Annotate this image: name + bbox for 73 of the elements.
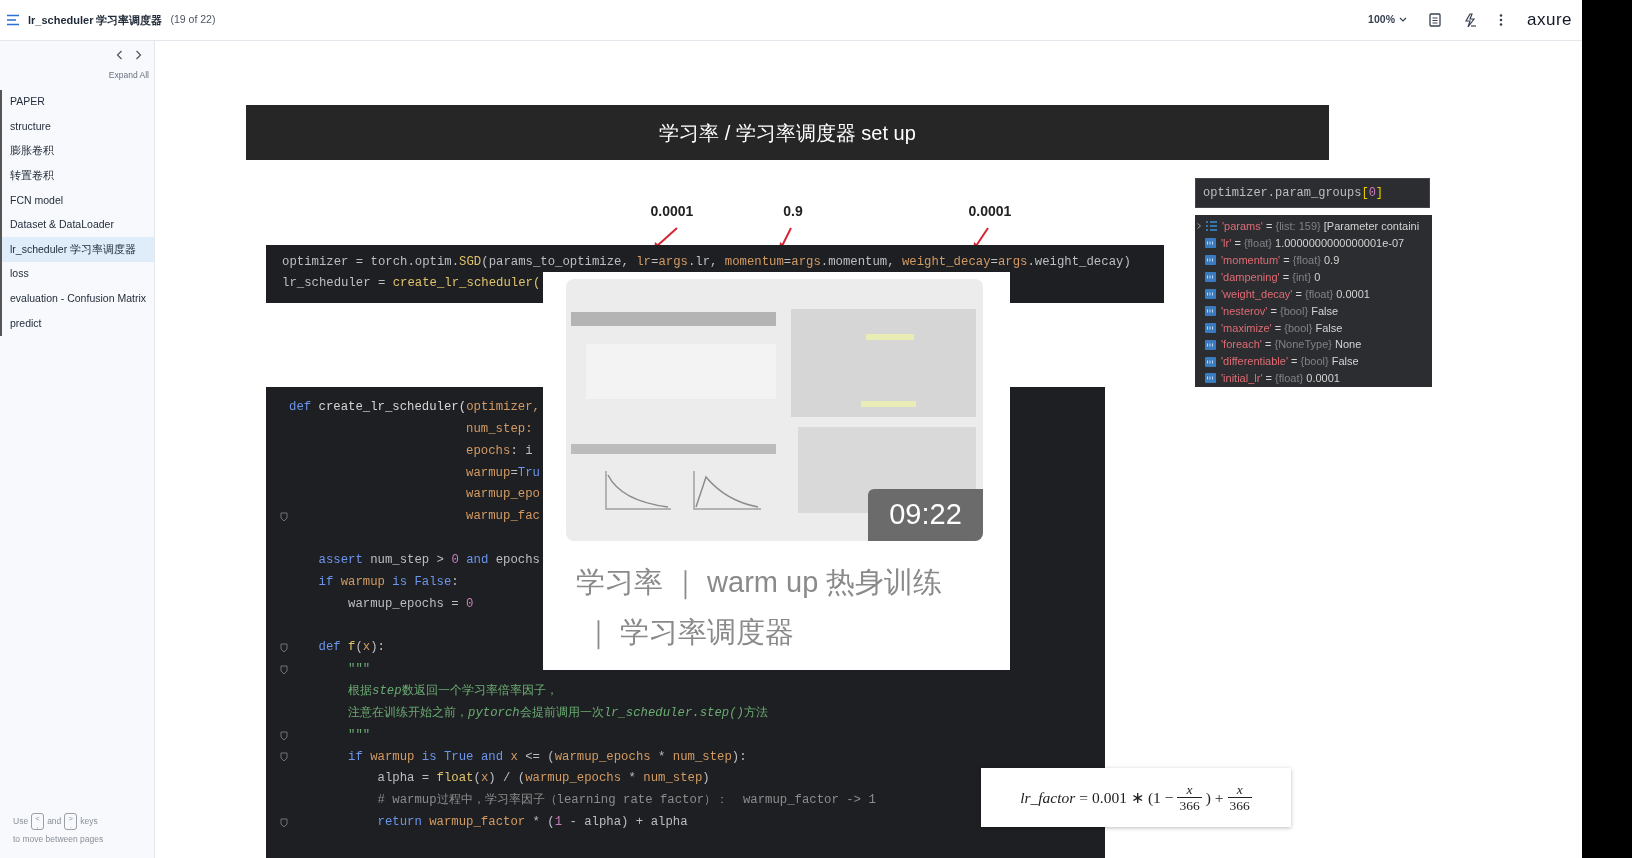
code-line: optimizer = torch.optim.SGD(params_to_optimize, lr=args.lr, momentum=args.momentum, weight_decay=args.weight_decay) bbox=[282, 254, 1131, 271]
video-card[interactable]: 09:22 学习率 ｜ warm up 热身训练 ｜ 学习率调度器 bbox=[543, 272, 1010, 670]
code-line: return warmup_factor * (1 - alpha) + alpha bbox=[376, 814, 688, 832]
code-line: if warmup is True and x <= (warmup_epochs * num_step): bbox=[347, 748, 747, 766]
watch-expression[interactable]: optimizer.param_groups[0] bbox=[1195, 178, 1430, 208]
field-icon bbox=[1205, 339, 1216, 350]
hint-text: and bbox=[47, 815, 62, 829]
code-line: def create_lr_scheduler(optimizer, bbox=[289, 399, 540, 416]
chevron-left-icon[interactable] bbox=[116, 50, 123, 60]
list-icon bbox=[1205, 221, 1217, 232]
variable-text: 'dampening' = {int} 0 bbox=[1221, 269, 1321, 285]
hint-text: keys bbox=[80, 815, 98, 829]
page-title: lr_scheduler 学习率调度器 bbox=[28, 12, 163, 28]
chevron-right-icon[interactable] bbox=[135, 50, 142, 60]
field-icon bbox=[1205, 255, 1216, 266]
variable-text: 'foreach' = {NoneType} None bbox=[1221, 337, 1362, 353]
field-icon bbox=[1205, 238, 1216, 249]
video-caption: 学习率 ｜ warm up 热身训练 bbox=[576, 565, 943, 602]
code-line: warmup_fac bbox=[465, 508, 540, 526]
variable-text: 'momentum' = {float} 0.9 bbox=[1221, 252, 1340, 268]
code-line: warmup_epo bbox=[465, 486, 540, 504]
variable-text: 'initial_lr' = {float} 0.0001 bbox=[1221, 371, 1340, 387]
code-line: warmup_epochs = 0 bbox=[347, 595, 474, 613]
code-line: """ bbox=[347, 726, 371, 744]
code-line: 注意在训练开始之前，pytorch会提前调用一次 lr_scheduler.step()方法 bbox=[347, 704, 768, 722]
code-line: alpha = float(x) / (warmup_epochs * num_step) bbox=[376, 770, 710, 788]
code-line: lr_scheduler = create_lr_scheduler( bbox=[282, 275, 541, 292]
fold-icon[interactable] bbox=[280, 665, 288, 676]
variable-text: 'maximize' = {bool} False bbox=[1221, 320, 1343, 336]
fold-icon[interactable] bbox=[280, 730, 288, 741]
expand-all-link[interactable]: Expand All bbox=[108, 69, 149, 82]
fold-icon[interactable] bbox=[280, 817, 288, 828]
menu-icon[interactable] bbox=[6, 14, 20, 26]
title-banner: 学习率 / 学习率调度器 set up bbox=[246, 105, 1329, 160]
variable-text: 'nesterov' = {bool} False bbox=[1221, 303, 1339, 319]
variable-text: 'weight_decay' = {float} 0.0001 bbox=[1221, 286, 1370, 302]
fold-icon[interactable] bbox=[280, 512, 288, 523]
variable-text: 'differentiable' = {bool} False bbox=[1221, 354, 1359, 370]
field-icon bbox=[1205, 272, 1216, 283]
field-icon bbox=[1205, 373, 1216, 384]
code-line: # warmup过程中，学习率因子（learning rate factor）： warmup_factor -> 1 bbox=[376, 792, 876, 810]
code-line: """ bbox=[347, 661, 371, 679]
annotation-label: 0.0001 bbox=[968, 202, 1012, 221]
variable-text: 'lr' = {float} 1.0000000000000001e-07 bbox=[1221, 236, 1405, 252]
code-line: def f(x): bbox=[317, 639, 385, 657]
hint-text: to move between pages bbox=[13, 833, 105, 846]
field-icon bbox=[1205, 305, 1216, 316]
field-icon bbox=[1205, 289, 1216, 299]
code-line: warmup=Tru bbox=[465, 464, 540, 482]
code-line: epochs: i bbox=[465, 442, 533, 460]
annotation-label: 0.0001 bbox=[650, 202, 694, 221]
lightning-icon[interactable] bbox=[1462, 12, 1477, 28]
hint-text: Use bbox=[13, 815, 29, 829]
duration-badge: 09:22 bbox=[868, 489, 983, 541]
video-caption: ｜ 学习率调度器 bbox=[584, 615, 795, 652]
code-line: if warmup is False: bbox=[317, 573, 459, 591]
code-line: assert num_step > 0 and epochs bbox=[317, 551, 540, 569]
variable-text: 'params' = {list: 159} [Parameter containi bbox=[1222, 219, 1420, 235]
fold-icon[interactable] bbox=[280, 643, 288, 654]
code-line: 根据step数返回一个学习率倍率因子， bbox=[347, 682, 558, 700]
field-icon bbox=[1205, 356, 1216, 367]
more-icon[interactable] bbox=[1498, 13, 1503, 27]
field-icon bbox=[1205, 322, 1216, 333]
logo: axure bbox=[1526, 9, 1572, 32]
zoom-dropdown[interactable]: 100% bbox=[1368, 12, 1407, 28]
code-line: num_step: bbox=[465, 420, 533, 438]
notes-icon[interactable] bbox=[1428, 13, 1441, 27]
page-count: (19 of 22) bbox=[170, 12, 216, 28]
chevron-right-icon[interactable] bbox=[1197, 223, 1201, 230]
annotation-label: 0.9 bbox=[783, 202, 803, 221]
page-item[interactable]: lr_scheduler 学习率调度器 bbox=[0, 237, 154, 262]
fold-icon[interactable] bbox=[280, 752, 288, 763]
chevron-down-icon bbox=[1398, 17, 1407, 23]
